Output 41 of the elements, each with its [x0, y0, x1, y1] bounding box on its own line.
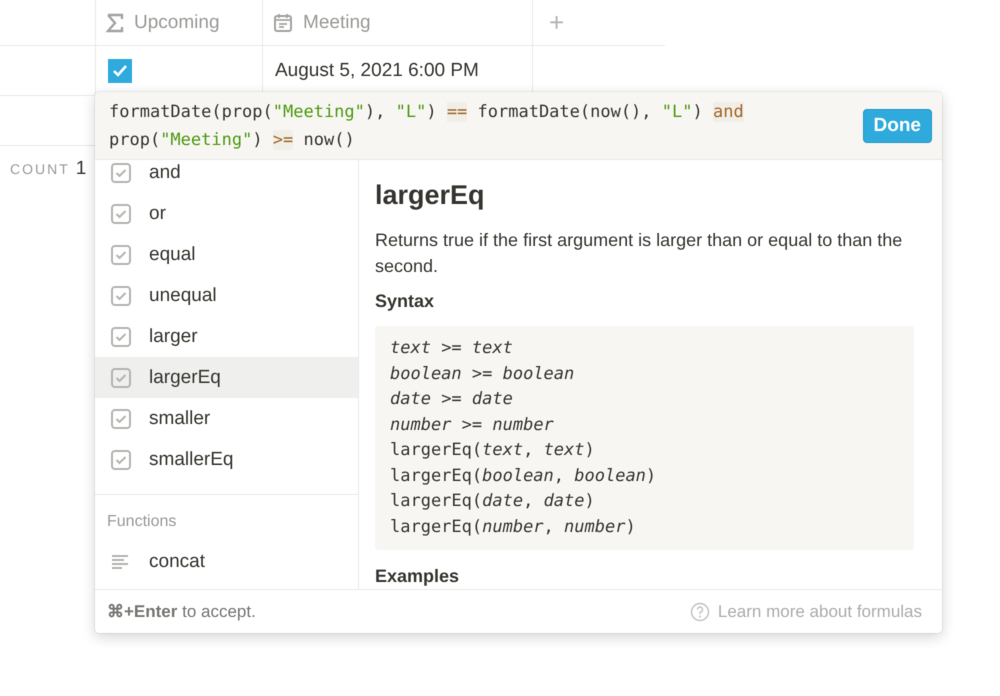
function-list-item[interactable]: smaller	[95, 398, 358, 439]
syntax-line: largerEq(number, number)	[390, 516, 637, 538]
syntax-line: number >= number	[390, 414, 555, 436]
checkbox[interactable]	[108, 58, 132, 82]
syntax-heading: Syntax	[375, 291, 436, 312]
function-title: largerEq	[375, 180, 486, 211]
checkbox-icon	[111, 368, 131, 388]
function-list-item[interactable]: unequal	[95, 275, 358, 316]
function-list-item[interactable]: and	[95, 160, 358, 193]
checkbox-icon	[111, 286, 131, 306]
checkbox-icon	[111, 450, 131, 470]
count-value: 1	[76, 158, 86, 180]
section-heading: Functions	[106, 512, 178, 532]
calendar-icon	[273, 12, 293, 32]
syntax-line: boolean >= boolean	[390, 362, 576, 386]
function-list-item[interactable]: concat	[95, 541, 358, 582]
function-list-item[interactable]: larger	[95, 316, 358, 357]
sigma-icon	[106, 12, 124, 32]
keyboard-hint: ⌘+Enter to accept.	[107, 601, 256, 622]
syntax-line: largerEq(date, date)	[390, 490, 596, 513]
checkbox-icon	[111, 204, 131, 224]
examples-heading: Examples	[375, 566, 460, 587]
help-icon	[690, 602, 710, 622]
syntax-line: date >= date	[390, 388, 514, 411]
function-list-item[interactable]: smallerEq	[95, 439, 358, 480]
function-list-item[interactable]: equal	[95, 234, 358, 275]
checkbox-icon	[111, 244, 131, 264]
date-value: August 5, 2021 6:00 PM	[275, 60, 479, 82]
function-description: Returns true if the first argument is larger than or equal to than the second.	[375, 229, 904, 278]
count-label: COUNT	[10, 161, 70, 177]
syntax-line: largerEq(text, text)	[390, 439, 596, 462]
checkbox-icon	[111, 162, 131, 182]
formula-input[interactable]: formatDate(prop("Meeting"), "L") == formatDate(now(), "L") and prop("Meeting") >= now()	[109, 98, 862, 154]
function-list-item[interactable]: or	[95, 193, 358, 234]
checkbox-icon	[111, 326, 131, 346]
checkbox-icon	[111, 408, 131, 428]
check-icon	[112, 64, 128, 78]
syntax-line: largerEq(boolean, boolean)	[390, 464, 658, 488]
function-list-item[interactable]: largerEq	[95, 357, 358, 398]
syntax-line: text >= text	[390, 337, 514, 360]
text-lines-icon	[111, 554, 131, 570]
